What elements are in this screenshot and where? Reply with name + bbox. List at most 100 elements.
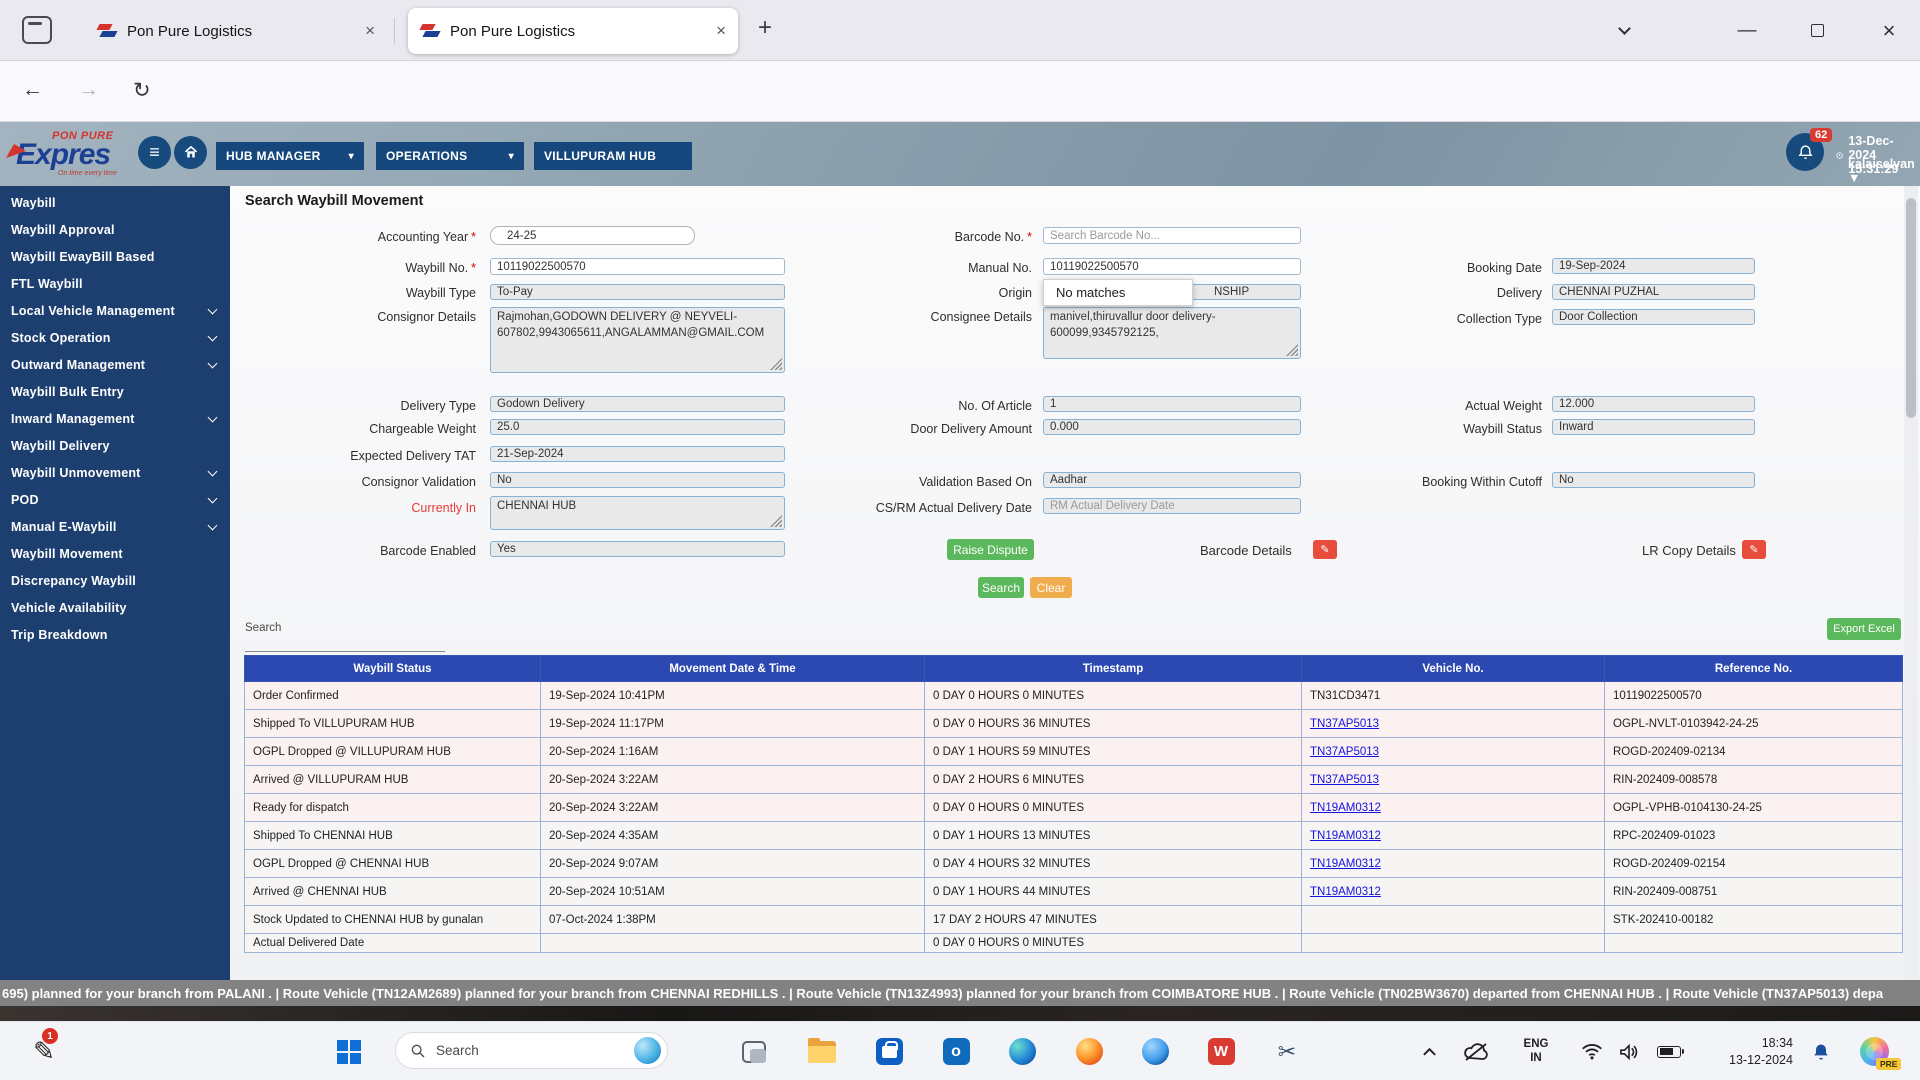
outlook-button[interactable]: o [942, 1022, 970, 1080]
clock-tray[interactable]: 18:3413-12-2024 [1718, 1022, 1804, 1080]
cell-timestamp: 0 DAY 4 HOURS 32 MINUTES [925, 850, 1302, 878]
language-indicator[interactable]: ENGIN [1516, 1022, 1556, 1080]
table-row: Arrived @ VILLUPURAM HUB20-Sep-2024 3:22… [245, 766, 1903, 794]
window-close-button[interactable]: × [1862, 0, 1916, 61]
field-label: Accounting Year* [236, 230, 476, 244]
browser-tab-2-active[interactable]: Pon Pure Logistics × [408, 8, 738, 54]
copilot-pre-badge: PRE [1876, 1058, 1901, 1070]
export-excel-button[interactable]: Export Excel [1827, 618, 1901, 640]
sidebar-item-waybill-movement[interactable]: Waybill Movement [0, 540, 230, 567]
vehicle-link[interactable]: TN37AP5013 [1310, 718, 1379, 730]
bell-icon [1797, 144, 1814, 161]
vehicle-link[interactable]: TN37AP5013 [1310, 774, 1379, 786]
copilot-button[interactable] [1854, 1022, 1894, 1080]
browser-app-button[interactable] [1141, 1022, 1169, 1080]
role-dropdown[interactable]: HUB MANAGER▾ [216, 142, 364, 170]
battery-icon[interactable] [1652, 1022, 1686, 1080]
column-header: Vehicle No. [1302, 656, 1605, 682]
sidebar-item-vehicle-availability[interactable]: Vehicle Availability [0, 594, 230, 621]
hub-label[interactable]: VILLUPURAM HUB [534, 142, 692, 170]
clear-button[interactable]: Clear [1030, 577, 1072, 598]
results-search-input[interactable] [245, 636, 445, 652]
field-label: Waybill No.* [236, 261, 476, 275]
cell-timestamp: 0 DAY 0 HOURS 0 MINUTES [925, 794, 1302, 822]
lr-copy-details-edit-button[interactable]: ✎ [1742, 540, 1766, 559]
sidebar-item-waybill-bulk-entry[interactable]: Waybill Bulk Entry [0, 378, 230, 405]
tab-close-icon[interactable]: × [365, 21, 375, 41]
firefox-view-icon[interactable] [22, 16, 52, 44]
wifi-icon[interactable] [1578, 1022, 1606, 1080]
sidebar-item-stock-operation[interactable]: Stock Operation [0, 324, 230, 351]
task-view-button[interactable] [740, 1022, 767, 1080]
edge-button[interactable] [1008, 1022, 1036, 1080]
start-button[interactable] [334, 1022, 364, 1080]
vehicle-link[interactable]: TN19AM0312 [1310, 830, 1381, 842]
cell-vehicle-no [1302, 934, 1605, 953]
announcement-ticker: 695) planned for your branch from PALANI… [0, 980, 1920, 1006]
sidebar-item-waybill-approval[interactable]: Waybill Approval [0, 216, 230, 243]
window-maximize-button[interactable] [1792, 0, 1842, 61]
cell-movement-datetime: 20-Sep-2024 3:22AM [541, 794, 925, 822]
sidebar-item-local-vehicle-management[interactable]: Local Vehicle Management [0, 297, 230, 324]
file-explorer-button[interactable] [808, 1022, 836, 1080]
table-row: Ready for dispatch20-Sep-2024 3:22AM0 DA… [245, 794, 1903, 822]
wps-office-button[interactable]: W [1207, 1022, 1235, 1080]
user-menu[interactable]: kalaiselvan ▼ [1848, 157, 1920, 185]
sidebar-item-waybill-ewaybill-based[interactable]: Waybill EwayBill Based [0, 243, 230, 270]
back-icon[interactable]: ← [22, 78, 43, 102]
snipping-tool-button[interactable]: ✂ [1273, 1022, 1301, 1080]
waybill-no-input[interactable]: 10119022500570 [490, 258, 785, 275]
tab-close-icon[interactable]: × [716, 21, 726, 41]
sidebar-item-pod[interactable]: POD [0, 486, 230, 513]
sidebar-item-trip-breakdown[interactable]: Trip Breakdown [0, 621, 230, 648]
sidebar-item-ftl-waybill[interactable]: FTL Waybill [0, 270, 230, 297]
home-icon [183, 145, 199, 160]
chargeable-weight-field: 25.0 [490, 419, 785, 435]
vehicle-link[interactable]: TN19AM0312 [1310, 858, 1381, 870]
page-title: Search Waybill Movement [245, 193, 423, 209]
cell-movement-datetime: 19-Sep-2024 11:17PM [541, 710, 925, 738]
accounting-year-select[interactable]: 24-25 [490, 226, 695, 245]
main-content: Search Waybill Movement Accounting Year*… [230, 186, 1920, 980]
sidebar-item-manual-e-waybill[interactable]: Manual E-Waybill [0, 513, 230, 540]
manual-no-input[interactable]: 10119022500570 [1043, 258, 1301, 275]
browser-tab-1[interactable]: Pon Pure Logistics × [85, 8, 387, 54]
barcode-no-input[interactable]: Search Barcode No... [1043, 227, 1301, 244]
home-button[interactable] [174, 136, 207, 169]
barcode-details-edit-button[interactable]: ✎ [1313, 540, 1337, 559]
tray-chevron-up-icon[interactable] [1415, 1022, 1443, 1080]
window-minimize-button[interactable]: — [1722, 0, 1772, 61]
list-all-tabs-icon[interactable] [1600, 0, 1648, 61]
vehicle-link[interactable]: TN37AP5013 [1310, 746, 1379, 758]
vehicle-link[interactable]: TN19AM0312 [1310, 802, 1381, 814]
notification-bell-button[interactable] [1806, 1022, 1836, 1080]
sidebar-item-label: Manual E-Waybill [11, 520, 117, 534]
firefox-button[interactable] [1075, 1022, 1103, 1080]
edge-icon [1009, 1038, 1036, 1065]
sidebar-item-waybill-unmovement[interactable]: Waybill Unmovement [0, 459, 230, 486]
sidebar-item-label: Waybill Movement [11, 547, 123, 561]
sidebar-item-waybill-delivery[interactable]: Waybill Delivery [0, 432, 230, 459]
new-tab-button[interactable]: + [758, 14, 772, 42]
sidebar-item-outward-management[interactable]: Outward Management [0, 351, 230, 378]
sidebar-item-inward-management[interactable]: Inward Management [0, 405, 230, 432]
volume-icon[interactable] [1614, 1022, 1644, 1080]
field-label: Delivery Type [236, 399, 476, 413]
menu-toggle-button[interactable]: ≡ [138, 136, 171, 169]
sidebar-item-waybill[interactable]: Waybill [0, 189, 230, 216]
search-button[interactable]: Search [978, 577, 1024, 598]
scrollbar-thumb[interactable] [1906, 198, 1916, 418]
field-label-currently-in: Currently In [236, 501, 476, 515]
sidebar-item-discrepancy-waybill[interactable]: Discrepancy Waybill [0, 567, 230, 594]
raise-dispute-button[interactable]: Raise Dispute [947, 539, 1034, 560]
tab-title: Pon Pure Logistics [127, 23, 357, 40]
table-row: Actual Delivered Date0 DAY 0 HOURS 0 MIN… [245, 934, 1903, 953]
onedrive-paused-icon[interactable] [1460, 1022, 1492, 1080]
microsoft-store-button[interactable] [875, 1022, 903, 1080]
vehicle-link[interactable]: TN19AM0312 [1310, 886, 1381, 898]
table-row: Shipped To VILLUPURAM HUB19-Sep-2024 11:… [245, 710, 1903, 738]
taskbar-search[interactable]: Search [395, 1032, 668, 1069]
reload-icon[interactable]: ↻ [133, 78, 151, 103]
waybill-status-field: Inward [1552, 419, 1755, 435]
module-dropdown[interactable]: OPERATIONS▾ [376, 142, 524, 170]
